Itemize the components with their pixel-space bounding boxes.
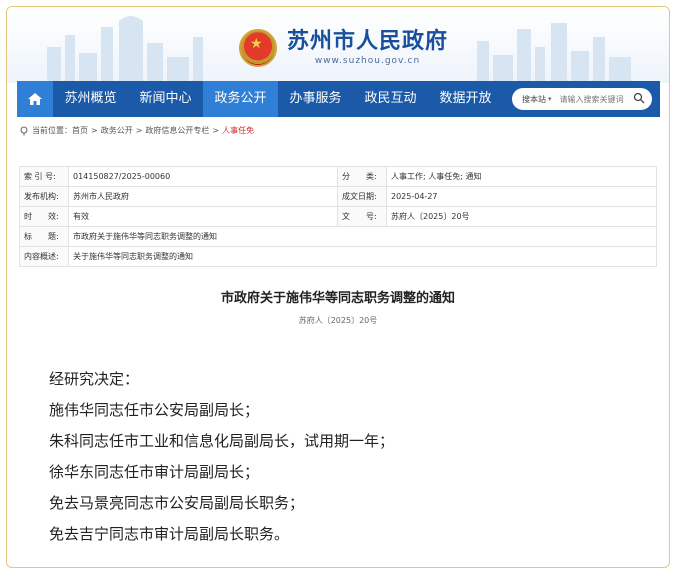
document-title: 市政府关于施伟华等同志职务调整的通知 (220, 291, 455, 306)
title-label: 标 题: (19, 226, 69, 247)
date-label: 成文日期: (337, 186, 387, 207)
table-row: 时 效: 有效 文 号: 苏府人〔2025〕20号 (19, 206, 657, 227)
table-row: 内容概述: 关于施伟华等同志职务调整的通知 (19, 246, 657, 267)
body-paragraph: 施伟华同志任市公安局副局长； (49, 401, 260, 419)
home-icon (28, 93, 42, 105)
docno-value: 苏府人〔2025〕20号 (386, 206, 657, 227)
site-search: 搜本站 ▾ (512, 88, 652, 110)
breadcrumb-separator: > (91, 126, 98, 135)
site-logo[interactable]: 苏州市人民政府 www.suzhou.gov.cn (239, 29, 448, 67)
validity-value: 有效 (68, 206, 338, 227)
breadcrumb-gov-affairs[interactable]: 政务公开 (101, 125, 133, 136)
breadcrumb-label: 当前位置： (32, 126, 72, 135)
chevron-down-icon: ▾ (548, 95, 552, 103)
site-title: 苏州市人民政府 www.suzhou.gov.cn (287, 29, 449, 67)
docno-label: 文 号: (337, 206, 387, 227)
category-value: 人事工作; 人事任免; 通知 (386, 166, 657, 187)
body-paragraph: 免去吉宁同志市审计局副局长职务。 (49, 525, 290, 543)
page-frame: 苏州市人民政府 www.suzhou.gov.cn 苏州概览 新闻中心 政务公开… (6, 6, 670, 568)
site-url: www.suzhou.gov.cn (314, 56, 421, 66)
breadcrumb-home[interactable]: 首页 (72, 125, 88, 136)
nav-item-interaction[interactable]: 政民互动 (353, 81, 428, 117)
body-paragraph: 徐华东同志任市审计局副局长； (49, 463, 260, 481)
nav-item-open-data[interactable]: 数据开放 (428, 81, 503, 117)
title-value: 市政府关于施伟华等同志职务调整的通知 (68, 226, 657, 247)
breadcrumb-personnel[interactable]: 人事任免 (222, 125, 254, 136)
publisher-value: 苏州市人民政府 (68, 186, 338, 207)
document-body: 经研究决定： 施伟华同志任市公安局副局长； 朱科同志任市工业和信息化局副局长，试… (49, 364, 394, 550)
breadcrumb-separator: > (135, 126, 143, 135)
validity-label: 时 效: (19, 206, 69, 227)
date-value: 2025-04-27 (386, 186, 657, 207)
nav-item-gov-affairs[interactable]: 政务公开 (203, 81, 278, 117)
document-number: 苏府人〔2025〕20号 (298, 316, 378, 325)
main-nav: 苏州概览 新闻中心 政务公开 办事服务 政民互动 数据开放 搜本站 ▾ (17, 81, 660, 117)
location-pin-icon (20, 126, 28, 135)
home-button[interactable] (17, 81, 53, 117)
table-row: 索 引 号: 014150827/2025-00060 分 类: 人事工作; 人… (19, 166, 657, 187)
category-label: 分 类: (337, 166, 387, 187)
breadcrumb-info-disclosure[interactable]: 政府信息公开专栏 (145, 125, 209, 136)
document-metadata-table: 索 引 号: 014150827/2025-00060 分 类: 人事工作; 人… (19, 166, 657, 267)
nav-item-overview[interactable]: 苏州概览 (53, 81, 128, 117)
body-paragraph: 免去马景亮同志市公安局副局长职务； (49, 494, 305, 512)
body-paragraph: 经研究决定： (49, 370, 140, 388)
site-header: 苏州市人民政府 www.suzhou.gov.cn (7, 7, 669, 83)
body-paragraph: 朱科同志任市工业和信息化局副局长，试用期一年； (49, 432, 395, 450)
search-icon[interactable] (633, 92, 645, 104)
site-name: 苏州市人民政府 (287, 29, 449, 54)
summary-value: 关于施伟华等同志职务调整的通知 (68, 246, 657, 267)
index-label: 索 引 号: (19, 166, 69, 187)
index-value: 014150827/2025-00060 (68, 166, 338, 187)
publisher-label: 发布机构: (19, 186, 69, 207)
nav-item-services[interactable]: 办事服务 (278, 81, 353, 117)
breadcrumb: 当前位置： 首页 > 政务公开 > 政府信息公开专栏 > 人事任免 (19, 125, 254, 136)
nav-item-news[interactable]: 新闻中心 (128, 81, 203, 117)
national-emblem-icon (239, 29, 277, 67)
breadcrumb-separator: > (212, 126, 220, 135)
search-scope-select[interactable]: 搜本站 (512, 94, 546, 105)
table-row: 发布机构: 苏州市人民政府 成文日期: 2025-04-27 (19, 186, 657, 207)
search-input[interactable] (557, 93, 632, 105)
summary-label: 内容概述: (19, 246, 69, 267)
table-row: 标 题: 市政府关于施伟华等同志职务调整的通知 (19, 226, 657, 247)
